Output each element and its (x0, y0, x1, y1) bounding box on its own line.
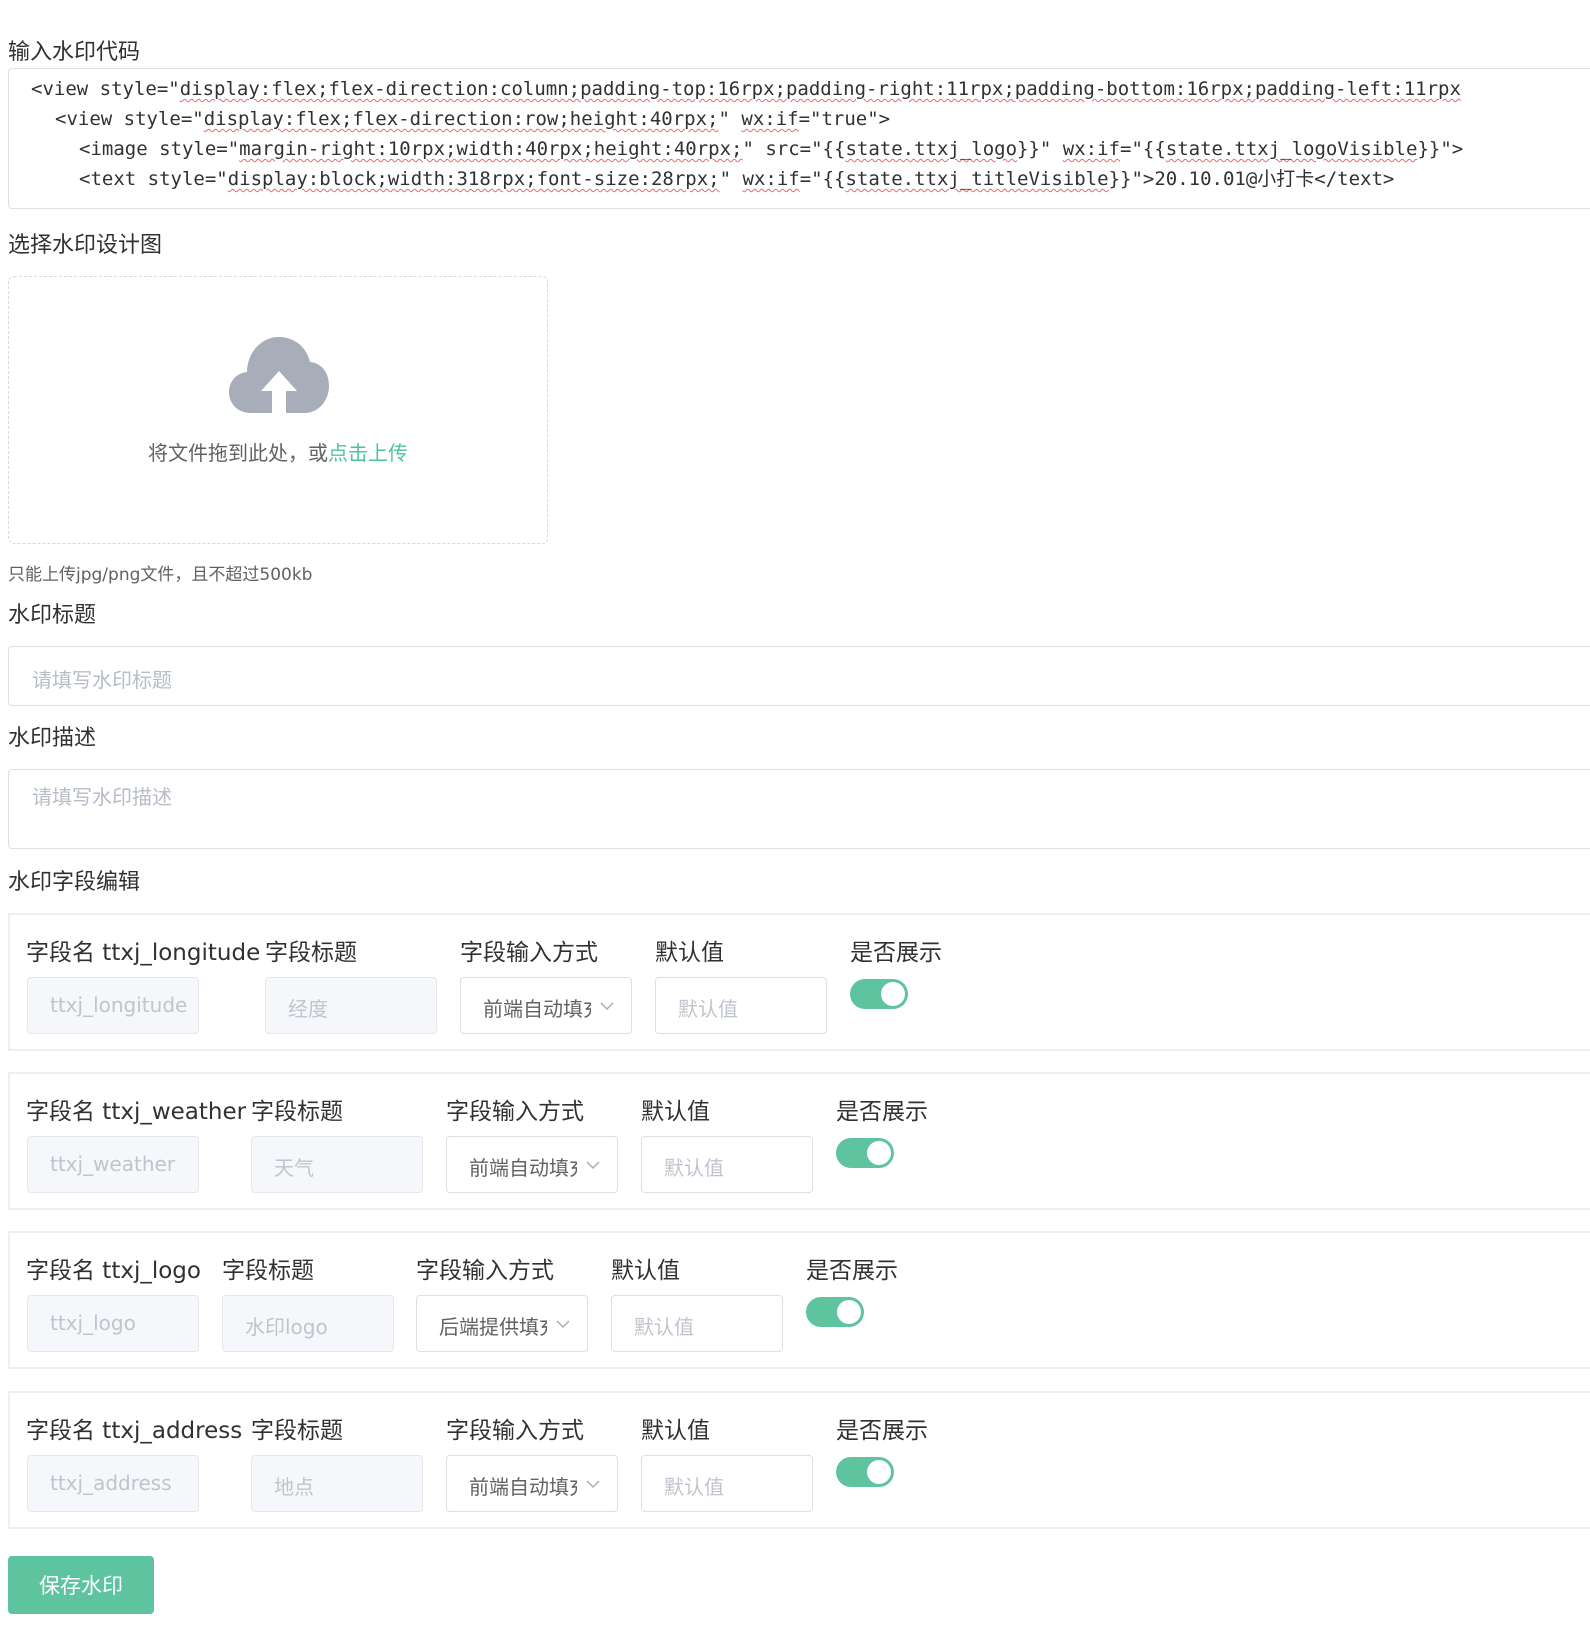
field-title-label: 字段标题 (251, 1099, 343, 1125)
field-title-value: 地点 (274, 1475, 314, 1499)
field-default-placeholder: 默认值 (634, 1315, 694, 1339)
title-placeholder: 请填写水印标题 (32, 668, 172, 692)
field-title-label: 字段标题 (265, 940, 357, 966)
field-name-label: 字段名 ttxj_weather (26, 1099, 247, 1125)
field-title-input[interactable]: 水印logo (222, 1295, 394, 1352)
switch-knob (881, 982, 905, 1006)
field-name-label: 字段名 ttxj_logo (26, 1258, 201, 1284)
watermark-desc-textarea[interactable]: 请填写水印描述 (8, 769, 1590, 849)
title-label: 水印标题 (8, 603, 97, 628)
field-default-label: 默认值 (655, 940, 724, 966)
field-show-label: 是否展示 (806, 1258, 898, 1284)
watermark-title-input[interactable]: 请填写水印标题 (8, 646, 1590, 706)
desc-label: 水印描述 (8, 726, 97, 751)
chevron-down-icon (556, 1320, 570, 1329)
save-watermark-button[interactable]: 保存水印 (8, 1556, 154, 1614)
field-title-value: 天气 (274, 1156, 314, 1180)
field-name-input[interactable]: ttxj_logo (27, 1295, 199, 1352)
field-default-placeholder: 默认值 (664, 1475, 724, 1499)
chevron-down-icon (586, 1161, 600, 1170)
fields-label: 水印字段编辑 (8, 870, 141, 895)
upload-hint: 将文件拖到此处，或点击上传 (9, 437, 547, 466)
field-default-label: 默认值 (611, 1258, 680, 1284)
field-visible-switch[interactable] (836, 1138, 894, 1168)
field-method-label: 字段输入方式 (416, 1258, 554, 1284)
chevron-down-icon (586, 1480, 600, 1489)
field-title-input[interactable]: 天气 (251, 1136, 423, 1193)
switch-knob (867, 1460, 891, 1484)
field-title-label: 字段标题 (222, 1258, 314, 1284)
chevron-down-icon (600, 1002, 614, 1011)
field-card-logo: 字段名 ttxj_logo 字段标题 字段输入方式 默认值 是否展示 ttxj_… (8, 1231, 1590, 1369)
field-name-value: ttxj_address (50, 1471, 172, 1495)
field-method-value: 后端提供填充 (439, 1315, 547, 1339)
switch-knob (867, 1141, 891, 1165)
field-card-longitude: 字段名 ttxj_longitude 字段标题 字段输入方式 默认值 是否展示 … (8, 913, 1590, 1051)
field-name-value: ttxj_weather (50, 1152, 176, 1176)
field-method-select[interactable]: 前端自动填充 (446, 1136, 618, 1193)
code-line-1: <view style="display:flex;flex-direction… (31, 78, 1461, 100)
field-title-label: 字段标题 (251, 1418, 343, 1444)
code-textarea[interactable]: <view style="display:flex;flex-direction… (8, 68, 1590, 209)
field-visible-switch[interactable] (850, 979, 908, 1009)
field-default-input[interactable]: 默认值 (655, 977, 827, 1034)
field-method-label: 字段输入方式 (446, 1418, 584, 1444)
code-line-3: <image style="margin-right:10rpx;width:4… (79, 138, 1464, 160)
field-default-placeholder: 默认值 (664, 1156, 724, 1180)
field-card-address: 字段名 ttxj_address 字段标题 字段输入方式 默认值 是否展示 tt… (8, 1391, 1590, 1529)
field-visible-switch[interactable] (836, 1457, 894, 1487)
field-name-value: ttxj_logo (50, 1311, 136, 1335)
cloud-upload-icon (229, 337, 329, 413)
upload-dropzone[interactable]: 将文件拖到此处，或点击上传 (8, 276, 548, 544)
field-default-placeholder: 默认值 (678, 997, 738, 1021)
field-show-label: 是否展示 (850, 940, 942, 966)
field-title-input[interactable]: 地点 (251, 1455, 423, 1512)
field-name-label: 字段名 ttxj_longitude (26, 940, 261, 966)
design-label: 选择水印设计图 (8, 233, 163, 258)
field-title-value: 水印logo (245, 1315, 328, 1339)
code-label: 输入水印代码 (8, 40, 141, 65)
field-show-label: 是否展示 (836, 1099, 928, 1125)
field-default-input[interactable]: 默认值 (641, 1136, 813, 1193)
click-upload-link[interactable]: 点击上传 (328, 441, 408, 465)
field-show-label: 是否展示 (836, 1418, 928, 1444)
field-title-value: 经度 (288, 997, 328, 1021)
field-default-input[interactable]: 默认值 (611, 1295, 783, 1352)
code-line-2: <view style="display:flex;flex-direction… (55, 108, 891, 130)
field-name-input[interactable]: ttxj_address (27, 1455, 199, 1512)
field-method-value: 前端自动填充 (469, 1156, 577, 1180)
field-method-select[interactable]: 前端自动填充 (460, 977, 632, 1034)
field-name-input[interactable]: ttxj_longitude (27, 977, 199, 1034)
field-method-label: 字段输入方式 (446, 1099, 584, 1125)
field-name-value: ttxj_longitude (50, 993, 188, 1017)
desc-placeholder: 请填写水印描述 (32, 785, 172, 809)
code-line-4: <text style="display:block;width:318rpx;… (79, 168, 1395, 190)
field-visible-switch[interactable] (806, 1297, 864, 1327)
field-method-value: 前端自动填充 (483, 997, 591, 1021)
field-card-weather: 字段名 ttxj_weather 字段标题 字段输入方式 默认值 是否展示 tt… (8, 1072, 1590, 1210)
field-default-label: 默认值 (641, 1418, 710, 1444)
field-title-input[interactable]: 经度 (265, 977, 437, 1034)
upload-tip: 只能上传jpg/png文件，且不超过500kb (8, 565, 313, 585)
field-method-value: 前端自动填充 (469, 1475, 577, 1499)
field-default-label: 默认值 (641, 1099, 710, 1125)
field-method-select[interactable]: 后端提供填充 (416, 1295, 588, 1352)
field-method-select[interactable]: 前端自动填充 (446, 1455, 618, 1512)
switch-knob (837, 1300, 861, 1324)
field-name-input[interactable]: ttxj_weather (27, 1136, 199, 1193)
field-name-label: 字段名 ttxj_address (26, 1418, 243, 1444)
field-default-input[interactable]: 默认值 (641, 1455, 813, 1512)
upload-hint-text: 将文件拖到此处，或 (148, 441, 328, 465)
field-method-label: 字段输入方式 (460, 940, 598, 966)
